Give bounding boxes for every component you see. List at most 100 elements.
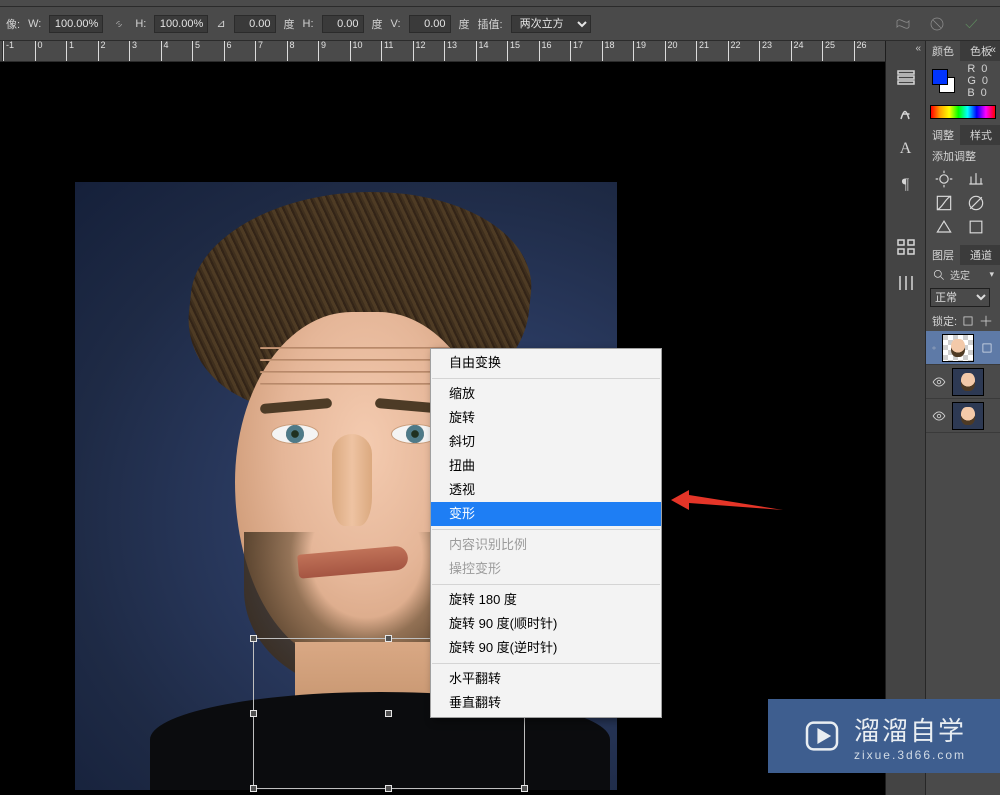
ctxm-flip-v[interactable]: 垂直翻转 [431,691,661,715]
ruler-tick: 17 [570,41,602,61]
ruler-tick: 22 [728,41,760,61]
chevron-down-icon[interactable]: ▾ [989,269,994,280]
blend-mode-select[interactable]: 正常 [930,288,990,307]
ctxm-rotate[interactable]: 旋转 [431,406,661,430]
filter-icon[interactable] [980,341,994,355]
ctxm-scale[interactable]: 缩放 [431,382,661,406]
ruler-tick: 23 [759,41,791,61]
tab-styles[interactable]: 样式 [964,125,998,145]
ctxm-perspective[interactable]: 透视 [431,478,661,502]
exposure-icon[interactable] [966,193,986,213]
ruler-tick: 21 [696,41,728,61]
interp-select[interactable]: 两次立方 [511,15,591,33]
channel-r-label: R [967,63,975,75]
ruler-tick: 7 [255,41,287,61]
ruler-tick: 5 [192,41,224,61]
levels-icon[interactable] [966,169,986,189]
ctxm-warp[interactable]: 变形 [431,502,661,526]
layer-row[interactable] [926,399,1000,433]
watermark: 溜溜自学 zixue.3d66.com [768,699,1000,773]
warp-mode-icon[interactable] [894,15,912,33]
ctxm-flip-h[interactable]: 水平翻转 [431,667,661,691]
transform-context-menu[interactable]: 自由变换 缩放 旋转 斜切 扭曲 透视 变形 内容识别比例 操控变形 旋转 18… [430,348,662,718]
channel-g-value: 0 [982,75,988,87]
ruler-tick: 15 [507,41,539,61]
ruler-tick: 19 [633,41,665,61]
ctxm-rotate-90-cw[interactable]: 旋转 90 度(顺时针) [431,612,661,636]
panel-icon[interactable] [894,235,918,259]
layer-row[interactable] [926,365,1000,399]
cancel-transform-icon[interactable] [928,15,946,33]
lock-position-icon[interactable] [979,314,993,328]
ruler-tick: 12 [413,41,445,61]
ruler-tick: 4 [161,41,193,61]
adjust-panel-tabs: 调整 样式 [926,125,1000,145]
label-w: W: [28,18,41,30]
watermark-logo-icon [802,716,842,756]
angle-field[interactable] [234,15,276,33]
ctxm-rotate-90-ccw[interactable]: 旋转 90 度(逆时针) [431,636,661,660]
collapsed-panel-dock: « A ¶ [885,41,925,795]
link-aspect-icon[interactable] [111,16,127,32]
channel-r-value: 0 [981,63,987,75]
hue-ramp[interactable] [930,105,996,119]
fg-color-swatch[interactable] [932,69,948,85]
ctxm-separator [432,529,660,530]
tab-channels[interactable]: 通道 [964,245,998,265]
height-field[interactable] [154,15,208,33]
curves-icon[interactable] [934,193,954,213]
commit-transform-icon[interactable] [962,15,980,33]
ruler-tick: 1 [66,41,98,61]
angle-unit: 度 [284,16,295,32]
layer-visibility-icon[interactable] [932,341,936,355]
history-panel-icon[interactable] [894,65,918,89]
ruler-tick: 0 [35,41,67,61]
brightness-contrast-icon[interactable] [934,169,954,189]
tab-layers[interactable]: 图层 [926,245,960,265]
ctxm-skew[interactable]: 斜切 [431,430,661,454]
document-area: -1 0 1 2 3 4 5 6 7 8 9 10 11 12 13 14 15… [0,41,885,795]
ruler-tick: 25 [822,41,854,61]
ruler-tick: 2 [98,41,130,61]
hskew-unit: 度 [372,16,383,32]
ruler-tick: 24 [791,41,823,61]
ctxm-distort[interactable]: 扭曲 [431,454,661,478]
ruler-tick: 6 [224,41,256,61]
hue-sat-icon[interactable] [966,217,986,237]
ctxm-rotate-180[interactable]: 旋转 180 度 [431,588,661,612]
tab-adjust[interactable]: 调整 [926,125,960,145]
ruler-tick: 14 [476,41,508,61]
canvas[interactable]: 自由变换 缩放 旋转 斜切 扭曲 透视 变形 内容识别比例 操控变形 旋转 18… [0,62,871,795]
lock-pixels-icon[interactable] [961,314,975,328]
panel-icon[interactable] [894,271,918,295]
layer-visibility-icon[interactable] [932,375,946,389]
layer-filter-icon[interactable] [932,268,946,282]
layer-thumb [942,334,974,362]
width-field[interactable] [49,15,103,33]
character-panel-icon[interactable] [894,101,918,125]
ruler-tick: 18 [602,41,634,61]
expand-dock-icon[interactable]: « [915,43,921,54]
ruler-tick: 13 [444,41,476,61]
ruler-tick: -1 [3,41,35,61]
type-panel-icon[interactable]: A [894,137,918,161]
paragraph-panel-icon[interactable]: ¶ [894,173,918,197]
hskew-field[interactable] [322,15,364,33]
collapse-dock-icon[interactable]: « [990,44,996,56]
vibrance-icon[interactable] [934,217,954,237]
layer-filter-label: 选定 [950,267,970,282]
layer-thumb [952,402,984,430]
vskew-field[interactable] [409,15,451,33]
watermark-brand: 溜溜自学 [854,711,966,748]
tab-color[interactable]: 颜色 [926,41,960,61]
fg-bg-swatch[interactable] [932,69,955,93]
watermark-domain: zixue.3d66.com [854,748,966,762]
ctxm-free-transform[interactable]: 自由变换 [431,351,661,375]
channel-b-label: B [967,87,974,99]
layer-row[interactable] [926,331,1000,365]
ruler-tick: 3 [129,41,161,61]
channel-b-value: 0 [981,87,987,99]
ctxm-separator [432,584,660,585]
label-interp: 插值: [478,16,503,32]
layer-visibility-icon[interactable] [932,409,946,423]
